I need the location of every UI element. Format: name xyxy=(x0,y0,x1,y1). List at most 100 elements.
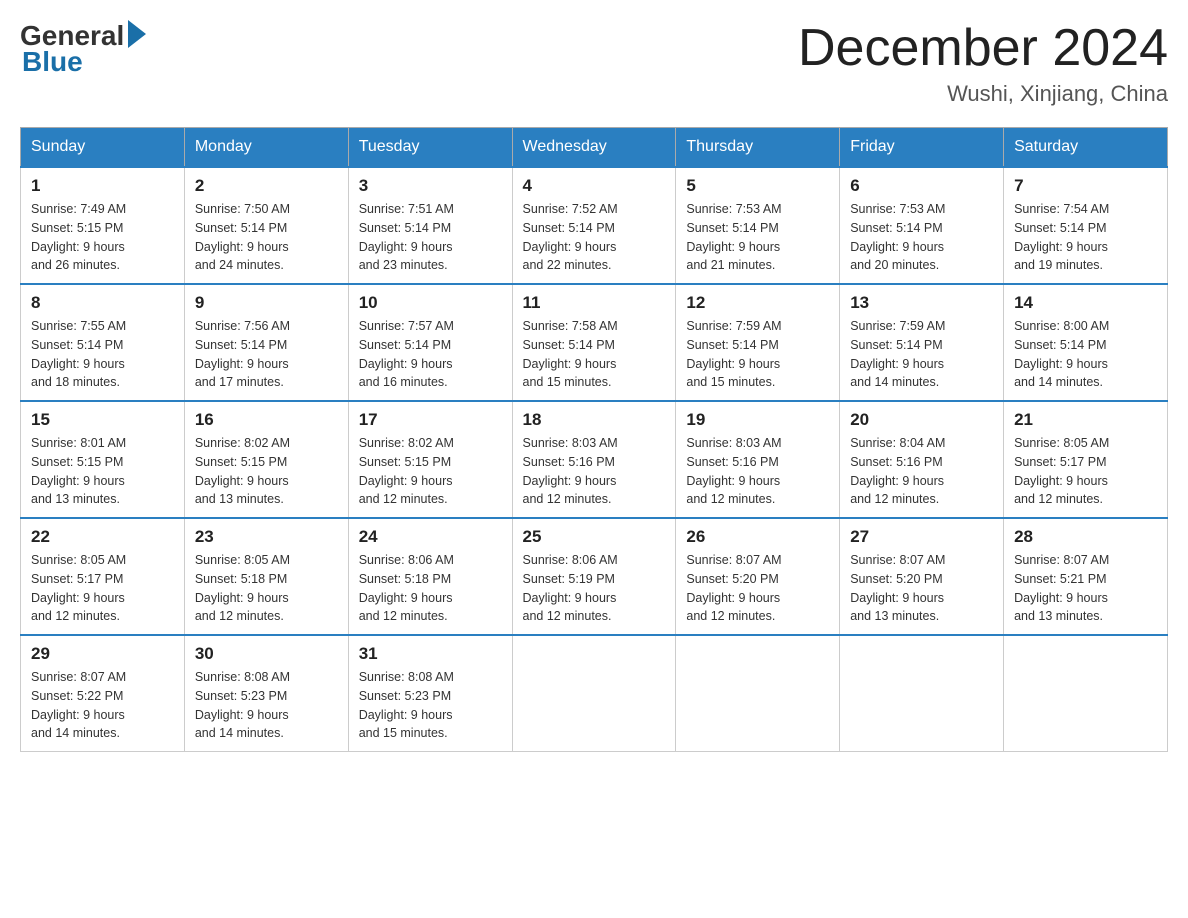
calendar-cell: 15 Sunrise: 8:01 AM Sunset: 5:15 PM Dayl… xyxy=(21,401,185,518)
calendar-cell: 28 Sunrise: 8:07 AM Sunset: 5:21 PM Dayl… xyxy=(1004,518,1168,635)
calendar-cell: 3 Sunrise: 7:51 AM Sunset: 5:14 PM Dayli… xyxy=(348,167,512,284)
calendar-week-5: 29 Sunrise: 8:07 AM Sunset: 5:22 PM Dayl… xyxy=(21,635,1168,752)
day-number: 7 xyxy=(1014,176,1157,196)
day-number: 1 xyxy=(31,176,174,196)
calendar-cell: 18 Sunrise: 8:03 AM Sunset: 5:16 PM Dayl… xyxy=(512,401,676,518)
calendar-cell: 8 Sunrise: 7:55 AM Sunset: 5:14 PM Dayli… xyxy=(21,284,185,401)
calendar-cell: 22 Sunrise: 8:05 AM Sunset: 5:17 PM Dayl… xyxy=(21,518,185,635)
day-info: Sunrise: 8:06 AM Sunset: 5:18 PM Dayligh… xyxy=(359,551,502,626)
calendar-cell: 14 Sunrise: 8:00 AM Sunset: 5:14 PM Dayl… xyxy=(1004,284,1168,401)
calendar-cell: 13 Sunrise: 7:59 AM Sunset: 5:14 PM Dayl… xyxy=(840,284,1004,401)
calendar-cell: 9 Sunrise: 7:56 AM Sunset: 5:14 PM Dayli… xyxy=(184,284,348,401)
day-info: Sunrise: 7:52 AM Sunset: 5:14 PM Dayligh… xyxy=(523,200,666,275)
day-info: Sunrise: 8:04 AM Sunset: 5:16 PM Dayligh… xyxy=(850,434,993,509)
page-header: General Blue December 2024 Wushi, Xinjia… xyxy=(20,20,1168,107)
calendar-cell: 1 Sunrise: 7:49 AM Sunset: 5:15 PM Dayli… xyxy=(21,167,185,284)
day-info: Sunrise: 7:53 AM Sunset: 5:14 PM Dayligh… xyxy=(850,200,993,275)
calendar-cell: 7 Sunrise: 7:54 AM Sunset: 5:14 PM Dayli… xyxy=(1004,167,1168,284)
day-number: 29 xyxy=(31,644,174,664)
day-number: 3 xyxy=(359,176,502,196)
header-saturday: Saturday xyxy=(1004,128,1168,168)
day-number: 5 xyxy=(686,176,829,196)
calendar-cell xyxy=(512,635,676,752)
day-number: 16 xyxy=(195,410,338,430)
day-number: 17 xyxy=(359,410,502,430)
day-number: 15 xyxy=(31,410,174,430)
header-tuesday: Tuesday xyxy=(348,128,512,168)
day-number: 22 xyxy=(31,527,174,547)
day-info: Sunrise: 7:59 AM Sunset: 5:14 PM Dayligh… xyxy=(686,317,829,392)
calendar-cell: 11 Sunrise: 7:58 AM Sunset: 5:14 PM Dayl… xyxy=(512,284,676,401)
day-number: 21 xyxy=(1014,410,1157,430)
day-number: 10 xyxy=(359,293,502,313)
calendar-cell: 10 Sunrise: 7:57 AM Sunset: 5:14 PM Dayl… xyxy=(348,284,512,401)
day-number: 25 xyxy=(523,527,666,547)
day-number: 12 xyxy=(686,293,829,313)
calendar-week-3: 15 Sunrise: 8:01 AM Sunset: 5:15 PM Dayl… xyxy=(21,401,1168,518)
header-monday: Monday xyxy=(184,128,348,168)
day-info: Sunrise: 7:59 AM Sunset: 5:14 PM Dayligh… xyxy=(850,317,993,392)
day-info: Sunrise: 8:05 AM Sunset: 5:17 PM Dayligh… xyxy=(1014,434,1157,509)
calendar-cell: 30 Sunrise: 8:08 AM Sunset: 5:23 PM Dayl… xyxy=(184,635,348,752)
header-friday: Friday xyxy=(840,128,1004,168)
day-info: Sunrise: 8:03 AM Sunset: 5:16 PM Dayligh… xyxy=(686,434,829,509)
day-info: Sunrise: 8:08 AM Sunset: 5:23 PM Dayligh… xyxy=(195,668,338,743)
day-number: 20 xyxy=(850,410,993,430)
logo-blue-label: Blue xyxy=(22,46,83,78)
day-number: 4 xyxy=(523,176,666,196)
calendar-cell: 16 Sunrise: 8:02 AM Sunset: 5:15 PM Dayl… xyxy=(184,401,348,518)
day-number: 30 xyxy=(195,644,338,664)
day-info: Sunrise: 8:05 AM Sunset: 5:18 PM Dayligh… xyxy=(195,551,338,626)
header-sunday: Sunday xyxy=(21,128,185,168)
day-info: Sunrise: 7:54 AM Sunset: 5:14 PM Dayligh… xyxy=(1014,200,1157,275)
day-number: 9 xyxy=(195,293,338,313)
day-info: Sunrise: 8:02 AM Sunset: 5:15 PM Dayligh… xyxy=(195,434,338,509)
calendar-cell: 29 Sunrise: 8:07 AM Sunset: 5:22 PM Dayl… xyxy=(21,635,185,752)
day-info: Sunrise: 8:05 AM Sunset: 5:17 PM Dayligh… xyxy=(31,551,174,626)
day-number: 19 xyxy=(686,410,829,430)
day-number: 18 xyxy=(523,410,666,430)
day-number: 11 xyxy=(523,293,666,313)
calendar-week-4: 22 Sunrise: 8:05 AM Sunset: 5:17 PM Dayl… xyxy=(21,518,1168,635)
day-number: 26 xyxy=(686,527,829,547)
logo: General Blue xyxy=(20,20,146,78)
day-info: Sunrise: 7:55 AM Sunset: 5:14 PM Dayligh… xyxy=(31,317,174,392)
day-info: Sunrise: 7:51 AM Sunset: 5:14 PM Dayligh… xyxy=(359,200,502,275)
calendar-cell xyxy=(840,635,1004,752)
title-block: December 2024 Wushi, Xinjiang, China xyxy=(798,20,1168,107)
location-title: Wushi, Xinjiang, China xyxy=(798,81,1168,107)
day-number: 13 xyxy=(850,293,993,313)
logo-arrow-icon xyxy=(128,20,146,48)
day-info: Sunrise: 7:50 AM Sunset: 5:14 PM Dayligh… xyxy=(195,200,338,275)
calendar-cell: 20 Sunrise: 8:04 AM Sunset: 5:16 PM Dayl… xyxy=(840,401,1004,518)
day-number: 28 xyxy=(1014,527,1157,547)
calendar-cell: 6 Sunrise: 7:53 AM Sunset: 5:14 PM Dayli… xyxy=(840,167,1004,284)
calendar-cell: 23 Sunrise: 8:05 AM Sunset: 5:18 PM Dayl… xyxy=(184,518,348,635)
header-thursday: Thursday xyxy=(676,128,840,168)
day-number: 23 xyxy=(195,527,338,547)
calendar-cell: 4 Sunrise: 7:52 AM Sunset: 5:14 PM Dayli… xyxy=(512,167,676,284)
month-title: December 2024 xyxy=(798,20,1168,77)
calendar-cell xyxy=(1004,635,1168,752)
calendar-cell: 12 Sunrise: 7:59 AM Sunset: 5:14 PM Dayl… xyxy=(676,284,840,401)
day-number: 27 xyxy=(850,527,993,547)
day-info: Sunrise: 8:08 AM Sunset: 5:23 PM Dayligh… xyxy=(359,668,502,743)
day-number: 24 xyxy=(359,527,502,547)
calendar-table: Sunday Monday Tuesday Wednesday Thursday… xyxy=(20,127,1168,752)
day-info: Sunrise: 8:03 AM Sunset: 5:16 PM Dayligh… xyxy=(523,434,666,509)
day-info: Sunrise: 8:06 AM Sunset: 5:19 PM Dayligh… xyxy=(523,551,666,626)
day-number: 31 xyxy=(359,644,502,664)
calendar-week-2: 8 Sunrise: 7:55 AM Sunset: 5:14 PM Dayli… xyxy=(21,284,1168,401)
day-number: 2 xyxy=(195,176,338,196)
day-info: Sunrise: 8:07 AM Sunset: 5:20 PM Dayligh… xyxy=(686,551,829,626)
calendar-cell: 27 Sunrise: 8:07 AM Sunset: 5:20 PM Dayl… xyxy=(840,518,1004,635)
day-info: Sunrise: 8:01 AM Sunset: 5:15 PM Dayligh… xyxy=(31,434,174,509)
day-info: Sunrise: 7:53 AM Sunset: 5:14 PM Dayligh… xyxy=(686,200,829,275)
header-wednesday: Wednesday xyxy=(512,128,676,168)
day-info: Sunrise: 8:07 AM Sunset: 5:22 PM Dayligh… xyxy=(31,668,174,743)
day-info: Sunrise: 8:07 AM Sunset: 5:20 PM Dayligh… xyxy=(850,551,993,626)
day-number: 14 xyxy=(1014,293,1157,313)
calendar-cell: 31 Sunrise: 8:08 AM Sunset: 5:23 PM Dayl… xyxy=(348,635,512,752)
calendar-cell: 25 Sunrise: 8:06 AM Sunset: 5:19 PM Dayl… xyxy=(512,518,676,635)
day-info: Sunrise: 8:07 AM Sunset: 5:21 PM Dayligh… xyxy=(1014,551,1157,626)
